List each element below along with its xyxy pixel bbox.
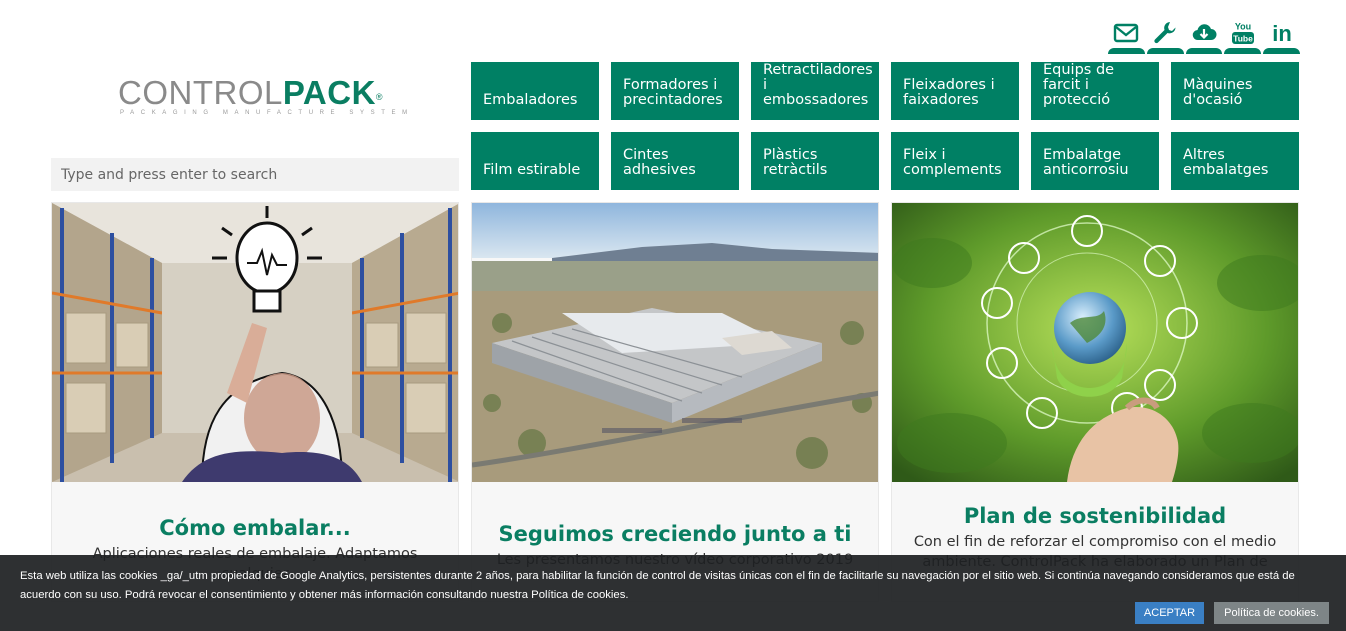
card-plan-sostenibilidad[interactable]: Plan de sostenibilidad Con el fin de ref…: [891, 202, 1299, 602]
contact-link[interactable]: [1108, 18, 1145, 54]
top-icon-bar: You Tube in: [1108, 18, 1300, 54]
category-nav: Embaladores Formadores i precintadores R…: [471, 62, 1299, 190]
icon-tab-bar: [1224, 48, 1262, 54]
svg-text:You: You: [1235, 22, 1251, 32]
nav-item-altres-embalatges[interactable]: Altres embalatges: [1171, 132, 1299, 190]
icon-tab-bar: [1185, 48, 1223, 54]
factory-aerial-image: [472, 203, 878, 482]
logo-tagline: PACKAGING MANUFACTURE SYSTEM: [120, 110, 414, 116]
icon-tab-bar: [1146, 48, 1184, 54]
downloads-link[interactable]: [1185, 18, 1223, 54]
nav-item-fleixadores[interactable]: Fleixadores i faixadores: [891, 62, 1019, 120]
search-input[interactable]: [51, 158, 459, 191]
nav-item-formadores[interactable]: Formadores i precintadores: [611, 62, 739, 120]
nav-item-cintes-adhesives[interactable]: Cintes adhesives: [611, 132, 739, 190]
nav-item-maquines-ocasio[interactable]: Màquines d'ocasió: [1171, 62, 1299, 120]
nav-item-film-estirable[interactable]: Film estirable: [471, 132, 599, 190]
cookie-policy-button[interactable]: Política de cookies.: [1214, 602, 1329, 624]
linkedin-icon: in: [1272, 21, 1292, 46]
icon-tab-bar: [1263, 48, 1300, 54]
mail-icon: [1114, 23, 1139, 43]
card-como-embalar[interactable]: Cómo embalar... Aplicaciones reales de e…: [51, 202, 459, 602]
nav-item-fleix-complements[interactable]: Fleix i complements: [891, 132, 1019, 190]
card-title[interactable]: Seguimos creciendo junto a ti: [472, 522, 878, 546]
logo-registered-mark: ®: [375, 92, 384, 102]
nav-item-equips-farcit[interactable]: Equips de farcit i protecció: [1031, 62, 1159, 120]
card-seguimos-creciendo[interactable]: Seguimos creciendo junto a ti Les presen…: [471, 202, 879, 602]
card-title[interactable]: Plan de sostenibilidad: [892, 504, 1298, 528]
logo-word-pack: PACK: [282, 74, 376, 111]
feature-cards: Cómo embalar... Aplicaciones reales de e…: [51, 202, 1299, 602]
nav-item-retractiladores[interactable]: Retractiladores i embossadores: [751, 62, 879, 120]
linkedin-link[interactable]: in: [1263, 18, 1300, 54]
logo-word-control: CONTROL: [118, 74, 283, 111]
cookie-text: Esta web utiliza las cookies _ga/_utm pr…: [20, 570, 1295, 601]
nav-item-embaladores[interactable]: Embaladores: [471, 62, 599, 120]
svg-text:Tube: Tube: [1233, 34, 1253, 44]
wrench-icon: [1154, 22, 1176, 44]
card-title[interactable]: Cómo embalar...: [52, 516, 458, 540]
nav-item-plastics-retractils[interactable]: Plàstics retràctils: [751, 132, 879, 190]
icon-tab-bar: [1108, 48, 1145, 54]
youtube-icon: You Tube: [1231, 22, 1254, 44]
logo-wordmark: CONTROLPACK®: [118, 74, 398, 112]
cloud-download-icon: [1192, 24, 1217, 41]
svg-text:in: in: [1272, 21, 1292, 46]
sustainability-image: [892, 203, 1298, 482]
nav-item-embalatge-anticorrosiu[interactable]: Embalatge anticorrosiu: [1031, 132, 1159, 190]
service-link[interactable]: [1146, 18, 1184, 54]
warehouse-image: [52, 203, 458, 482]
site-logo[interactable]: CONTROLPACK® PACKAGING MANUFACTURE SYSTE…: [118, 74, 414, 124]
youtube-link[interactable]: You Tube: [1224, 18, 1262, 54]
accept-cookies-button[interactable]: ACEPTAR: [1135, 602, 1204, 624]
